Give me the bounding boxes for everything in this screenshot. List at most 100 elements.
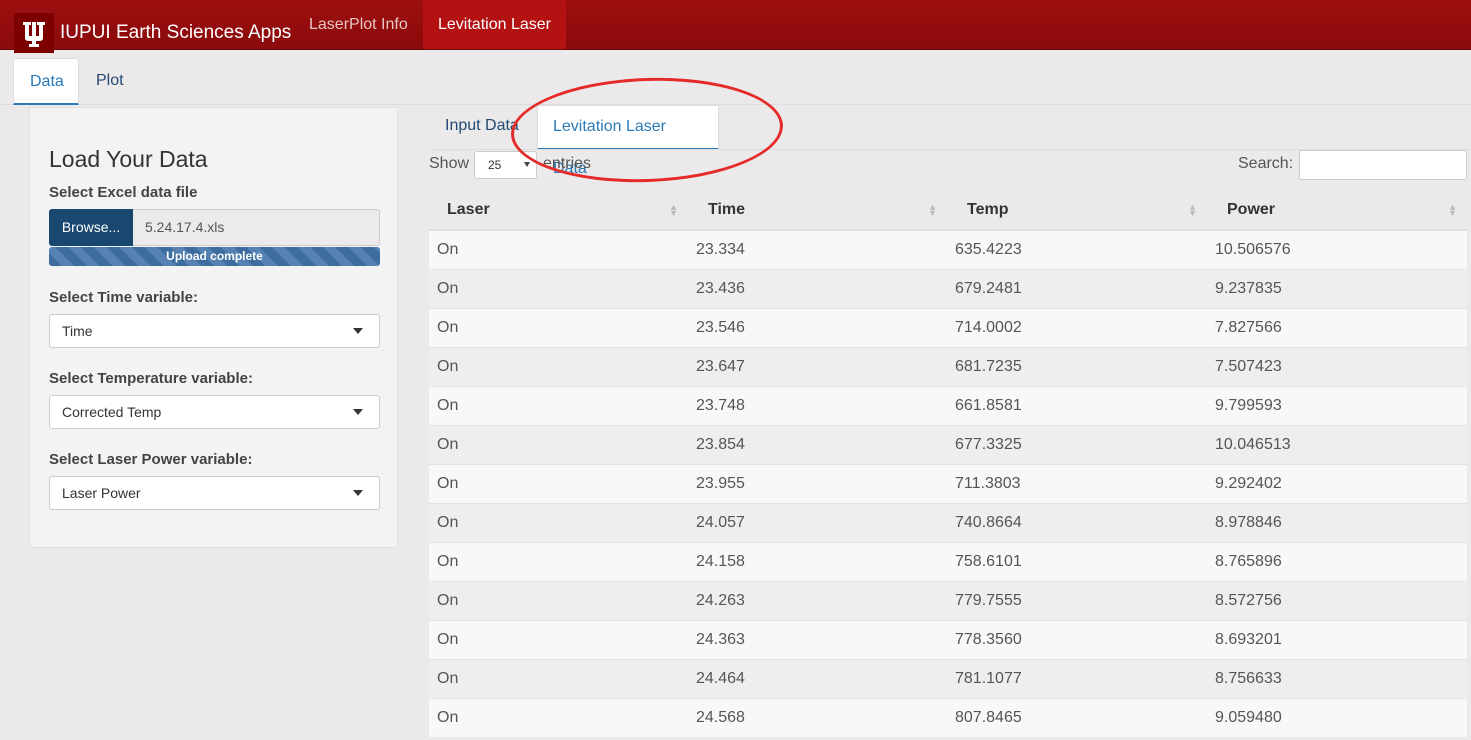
iu-trident-logo-icon[interactable] — [14, 13, 54, 53]
nav-levitation-laser[interactable]: Levitation Laser — [423, 0, 566, 49]
brand-title[interactable]: IUPUI Earth Sciences Apps — [60, 22, 291, 44]
tab-input-data[interactable]: Input Data — [430, 105, 534, 150]
table-cell-laser: On — [429, 229, 688, 269]
tab-levitation-laser-data[interactable]: Levitation Laser Data — [537, 105, 719, 177]
table-cell-power: 9.799593 — [1207, 385, 1467, 425]
time-variable-value: Time — [62, 323, 93, 339]
sort-icon: ▲ ▼ — [669, 202, 678, 218]
tab-plot[interactable]: Plot — [80, 58, 140, 104]
browse-button[interactable]: Browse... — [49, 209, 133, 246]
table-row[interactable]: On 24.363 778.3560 8.693201 — [429, 619, 1467, 659]
table-row[interactable]: On 24.057 740.8664 8.978846 — [429, 502, 1467, 542]
entries-length-value: 25 — [488, 158, 502, 172]
column-header-temp[interactable]: Temp ▲ ▼ — [947, 190, 1207, 231]
table-cell-time: 24.464 — [688, 658, 947, 698]
table-row[interactable]: On 23.748 661.8581 9.799593 — [429, 385, 1467, 425]
table-cell-temp: 740.8664 — [947, 502, 1207, 542]
table-cell-power: 7.507423 — [1207, 346, 1467, 386]
load-data-panel: Load Your Data Select Excel data file Br… — [29, 107, 398, 548]
table-cell-time: 24.568 — [688, 697, 947, 737]
table-row[interactable]: On 24.263 779.7555 8.572756 — [429, 580, 1467, 620]
table-row[interactable]: On 24.568 807.8465 9.059480 — [429, 697, 1467, 737]
table-cell-time: 24.057 — [688, 502, 947, 542]
temperature-variable-label: Select Temperature variable: — [49, 370, 253, 387]
sort-icon: ▲ ▼ — [1188, 202, 1197, 218]
table-cell-temp: 778.3560 — [947, 619, 1207, 659]
temperature-variable-value: Corrected Temp — [62, 404, 162, 420]
temperature-variable-select[interactable]: Corrected Temp — [49, 395, 380, 429]
table-row[interactable]: On 23.546 714.0002 7.827566 — [429, 307, 1467, 347]
table-cell-laser: On — [429, 346, 688, 386]
table-cell-power: 10.506576 — [1207, 229, 1467, 269]
table-row[interactable]: On 23.955 711.3803 9.292402 — [429, 463, 1467, 503]
table-header-row: Laser ▲ ▼ Time ▲ ▼ Temp ▲ ▼ Power ▲ ▼ — [429, 190, 1467, 231]
table-cell-laser: On — [429, 580, 688, 620]
column-header-label: Laser — [447, 200, 490, 218]
time-variable-select[interactable]: Time — [49, 314, 380, 348]
upload-progress-bar: Upload complete — [49, 247, 380, 266]
table-cell-temp: 711.3803 — [947, 463, 1207, 503]
table-cell-power: 9.292402 — [1207, 463, 1467, 503]
table-cell-laser: On — [429, 424, 688, 464]
column-header-laser[interactable]: Laser ▲ ▼ — [429, 190, 688, 231]
file-name-field[interactable]: 5.24.17.4.xls — [133, 209, 380, 246]
table-cell-power: 8.978846 — [1207, 502, 1467, 542]
entries-length-select[interactable]: 25 — [474, 151, 537, 179]
table-row[interactable]: On 23.436 679.2481 9.237835 — [429, 268, 1467, 308]
table-cell-temp: 681.7235 — [947, 346, 1207, 386]
laser-power-variable-label: Select Laser Power variable: — [49, 451, 253, 468]
table-cell-time: 24.363 — [688, 619, 947, 659]
table-cell-time: 23.647 — [688, 346, 947, 386]
column-header-label: Temp — [967, 200, 1009, 218]
column-header-time[interactable]: Time ▲ ▼ — [688, 190, 947, 231]
table-cell-power: 8.693201 — [1207, 619, 1467, 659]
table-cell-temp: 779.7555 — [947, 580, 1207, 620]
caret-down-icon — [353, 328, 363, 334]
table-cell-temp: 661.8581 — [947, 385, 1207, 425]
tab-data[interactable]: Data — [13, 58, 79, 105]
table-cell-laser: On — [429, 307, 688, 347]
table-cell-time: 23.334 — [688, 229, 947, 269]
table-cell-temp: 635.4223 — [947, 229, 1207, 269]
nav-laserplot-info[interactable]: LaserPlot Info — [294, 0, 423, 49]
table-cell-laser: On — [429, 463, 688, 503]
table-row[interactable]: On 24.464 781.1077 8.756633 — [429, 658, 1467, 698]
table-cell-time: 23.854 — [688, 424, 947, 464]
table-cell-power: 9.237835 — [1207, 268, 1467, 308]
column-header-label: Time — [708, 200, 746, 218]
table-cell-temp: 781.1077 — [947, 658, 1207, 698]
laser-power-variable-select[interactable]: Laser Power — [49, 476, 380, 510]
search-input[interactable] — [1299, 150, 1467, 180]
table-cell-laser: On — [429, 268, 688, 308]
table-cell-power: 7.827566 — [1207, 307, 1467, 347]
table-row[interactable]: On 23.647 681.7235 7.507423 — [429, 346, 1467, 386]
table-row[interactable]: On 23.854 677.3325 10.046513 — [429, 424, 1467, 464]
table-cell-laser: On — [429, 697, 688, 737]
show-label: Show — [429, 155, 470, 172]
search-label: Search: — [1238, 155, 1294, 172]
levitation-laser-table: Laser ▲ ▼ Time ▲ ▼ Temp ▲ ▼ Power ▲ ▼ On 23.334 63… — [429, 190, 1467, 737]
time-variable-label: Select Time variable: — [49, 289, 198, 306]
table-cell-temp: 758.6101 — [947, 541, 1207, 581]
table-row[interactable]: On 24.158 758.6101 8.765896 — [429, 541, 1467, 581]
table-body: On 23.334 635.4223 10.506576 On 23.436 679.248… — [429, 229, 1467, 737]
caret-down-icon — [353, 409, 363, 415]
table-cell-laser: On — [429, 385, 688, 425]
table-cell-time: 24.263 — [688, 580, 947, 620]
file-input-label: Select Excel data file — [49, 184, 198, 201]
table-cell-power: 8.765896 — [1207, 541, 1467, 581]
table-row[interactable]: On 23.334 635.4223 10.506576 — [429, 229, 1467, 269]
table-cell-laser: On — [429, 502, 688, 542]
top-navbar: IUPUI Earth Sciences Apps LaserPlot Info… — [0, 0, 1471, 53]
table-cell-power: 8.572756 — [1207, 580, 1467, 620]
table-cell-temp: 679.2481 — [947, 268, 1207, 308]
sort-icon: ▲ ▼ — [1448, 202, 1457, 218]
panel-title: Load Your Data — [49, 146, 208, 172]
table-cell-laser: On — [429, 658, 688, 698]
table-cell-power: 9.059480 — [1207, 697, 1467, 737]
table-cell-time: 23.436 — [688, 268, 947, 308]
entries-label: entries — [543, 155, 592, 172]
column-header-power[interactable]: Power ▲ ▼ — [1207, 190, 1467, 231]
file-input: Browse... 5.24.17.4.xls — [49, 209, 380, 246]
caret-down-icon — [524, 162, 530, 167]
